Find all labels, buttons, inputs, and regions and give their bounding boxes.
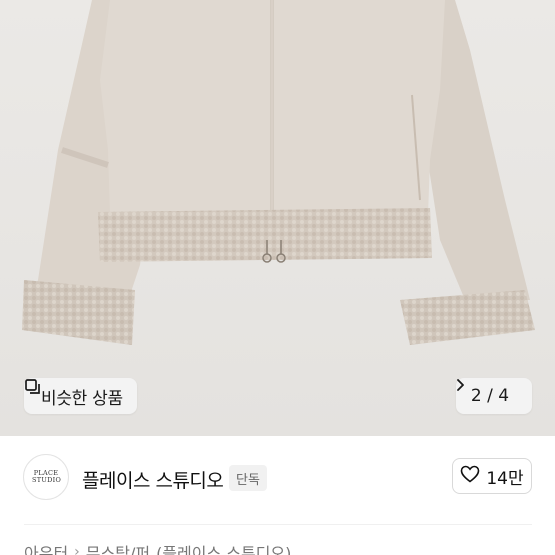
image-pager[interactable]: 2 / 4 xyxy=(456,378,532,414)
divider xyxy=(24,524,532,525)
chevron-right-icon: › xyxy=(74,544,80,555)
store-avatar[interactable]: PLACE STUDIO xyxy=(23,454,69,500)
store-name[interactable]: 플레이스 스튜디오 xyxy=(82,466,224,493)
breadcrumb-item[interactable]: (플레이스 스튜디오) xyxy=(156,540,291,555)
product-image[interactable]: 비슷한 상품 2 / 4 xyxy=(0,0,555,436)
breadcrumb: 아우터 › 무스탕/퍼 (플레이스 스튜디오) xyxy=(24,540,291,555)
similar-items-button[interactable]: 비슷한 상품 xyxy=(24,378,137,414)
breadcrumb-item[interactable]: 아우터 xyxy=(24,540,68,555)
exclusive-badge: 단독 xyxy=(229,465,267,491)
heart-icon xyxy=(460,465,480,487)
breadcrumb-item[interactable]: 무스탕/퍼 xyxy=(86,540,150,555)
jacket-illustration xyxy=(22,0,535,345)
like-button[interactable]: 14만 xyxy=(452,458,532,494)
store-logo: PLACE STUDIO xyxy=(32,469,62,484)
pager-text: 2 / 4 xyxy=(470,386,510,406)
like-count: 14만 xyxy=(486,468,524,489)
store-row: PLACE STUDIO 플레이스 스튜디오 단독 14만 xyxy=(0,436,555,516)
similar-items-label: 비슷한 상품 xyxy=(41,388,123,409)
